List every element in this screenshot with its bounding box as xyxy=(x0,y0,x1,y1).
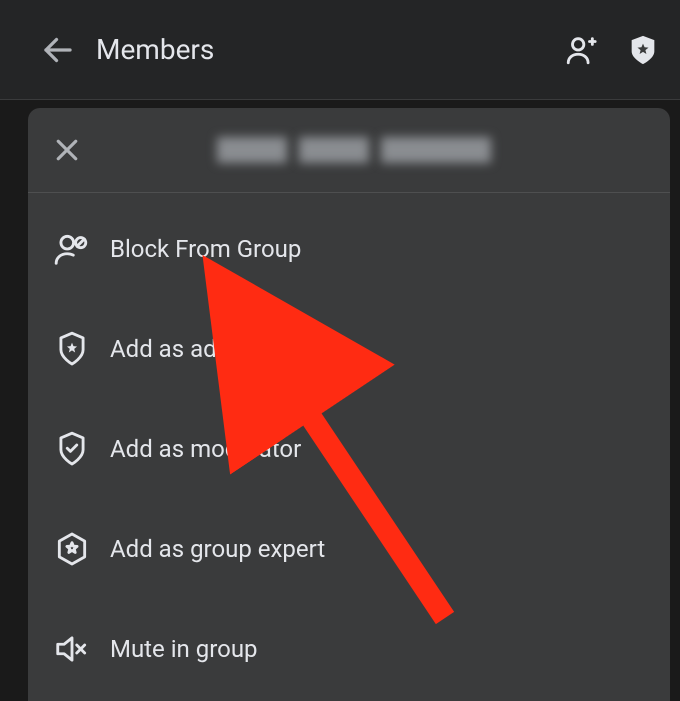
action-sheet: Block From Group Add as admin Add as mod… xyxy=(28,108,670,701)
menu-item-moderator[interactable]: Add as moderator xyxy=(28,399,670,499)
back-arrow-icon[interactable] xyxy=(40,32,76,68)
add-person-icon[interactable] xyxy=(564,33,598,67)
sheet-header xyxy=(28,108,670,193)
shield-check-icon xyxy=(42,430,102,468)
topbar: Members xyxy=(0,0,680,100)
menu-item-mute[interactable]: Mute in group xyxy=(28,599,670,699)
menu-item-label: Add as moderator xyxy=(110,435,301,463)
page-title: Members xyxy=(96,33,564,66)
shield-star-filled-icon[interactable] xyxy=(626,33,660,67)
shield-star-icon xyxy=(42,330,102,368)
menu: Block From Group Add as admin Add as mod… xyxy=(28,193,670,701)
menu-item-label: Add as group expert xyxy=(110,535,325,563)
menu-item-block[interactable]: Block From Group xyxy=(28,199,670,299)
speaker-mute-icon xyxy=(42,630,102,668)
menu-item-admin[interactable]: Add as admin xyxy=(28,299,670,399)
topbar-actions xyxy=(564,33,660,67)
hexagon-star-icon xyxy=(42,530,102,568)
menu-item-expert[interactable]: Add as group expert xyxy=(28,499,670,599)
close-icon[interactable] xyxy=(52,135,82,165)
menu-item-label: Add as admin xyxy=(110,335,257,363)
menu-item-label: Block From Group xyxy=(110,235,301,263)
menu-item-label: Mute in group xyxy=(110,635,258,663)
member-name-redacted xyxy=(102,137,646,163)
person-blocked-icon xyxy=(42,230,102,268)
